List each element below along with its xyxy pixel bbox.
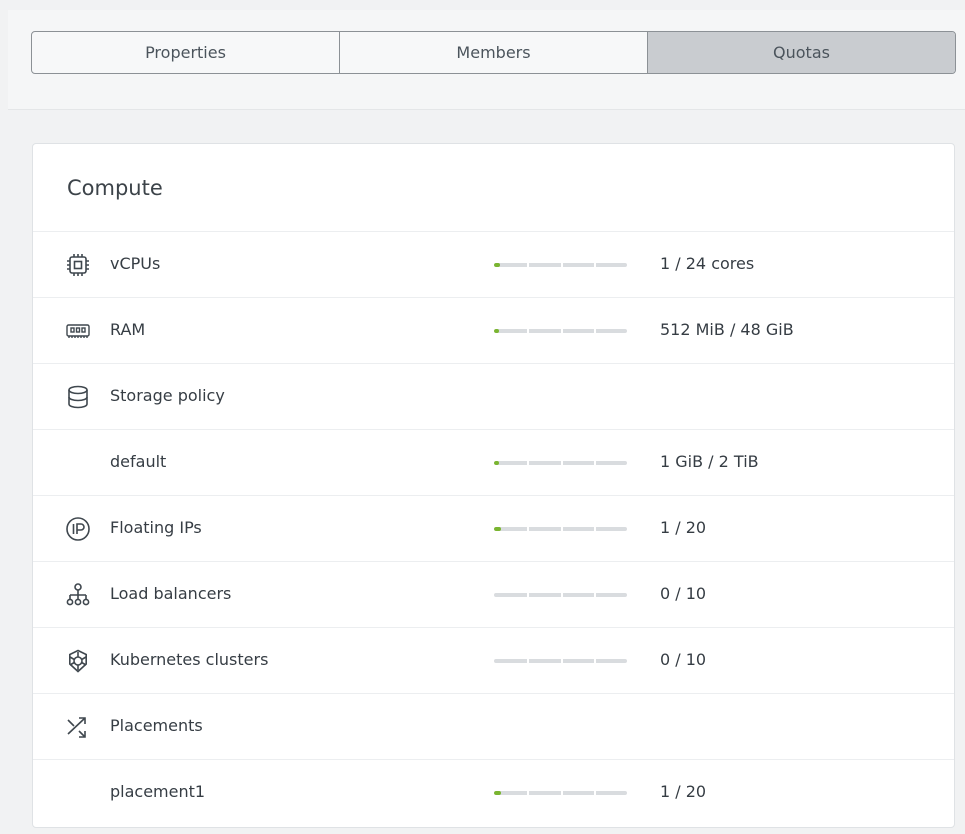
quota-label: Placements bbox=[110, 716, 203, 735]
database-icon bbox=[65, 384, 91, 410]
bar-separator bbox=[561, 791, 563, 795]
bar-separator bbox=[594, 263, 596, 267]
quota-value: 1 GiB / 2 TiB bbox=[660, 452, 759, 471]
bar-separator bbox=[527, 527, 529, 531]
quota-label: Storage policy bbox=[110, 386, 225, 405]
bar-separator bbox=[527, 791, 529, 795]
usage-bar bbox=[494, 263, 627, 267]
bar-separator bbox=[594, 791, 596, 795]
section-title: Compute bbox=[67, 176, 163, 200]
bar-separator bbox=[561, 527, 563, 531]
usage-bar bbox=[494, 329, 627, 333]
bar-separator bbox=[561, 263, 563, 267]
bar-separator bbox=[527, 461, 529, 465]
quota-label: Kubernetes clusters bbox=[110, 650, 269, 669]
usage-fill bbox=[494, 329, 499, 333]
quota-label: Load balancers bbox=[110, 584, 232, 603]
quota-value: 1 / 20 bbox=[660, 782, 707, 801]
placement-icon bbox=[65, 714, 91, 740]
usage-fill bbox=[494, 791, 501, 795]
compute-quotas-panel: Compute vCPUs 1 / 24 cores RAM 512 MiB /… bbox=[32, 143, 955, 828]
bar-separator bbox=[594, 593, 596, 597]
floating-ip-icon bbox=[65, 516, 91, 542]
tab-quotas[interactable]: Quotas bbox=[647, 32, 955, 73]
bar-separator bbox=[561, 593, 563, 597]
bar-separator bbox=[561, 329, 563, 333]
tab-properties[interactable]: Properties bbox=[32, 32, 339, 73]
bar-separator bbox=[594, 329, 596, 333]
quota-row-placements: Placements bbox=[33, 693, 954, 759]
bar-separator bbox=[561, 461, 563, 465]
tab-strip: Properties Members Quotas bbox=[31, 31, 956, 74]
quota-label: default bbox=[110, 452, 167, 471]
quota-row-default: default 1 GiB / 2 TiB bbox=[33, 429, 954, 495]
bar-separator bbox=[561, 659, 563, 663]
quota-value: 1 / 20 bbox=[660, 518, 707, 537]
bar-separator bbox=[594, 461, 596, 465]
quota-row-ram: RAM 512 MiB / 48 GiB bbox=[33, 297, 954, 363]
quota-row-load-balancers: Load balancers 0 / 10 bbox=[33, 561, 954, 627]
quota-value: 1 / 24 cores bbox=[660, 254, 755, 273]
usage-fill bbox=[494, 461, 499, 465]
quota-value: 512 MiB / 48 GiB bbox=[660, 320, 794, 339]
usage-fill bbox=[494, 263, 500, 267]
usage-bar bbox=[494, 461, 627, 465]
quota-row-storage-policy: Storage policy bbox=[33, 363, 954, 429]
quota-row-vcpus: vCPUs 1 / 24 cores bbox=[33, 231, 954, 297]
bar-separator bbox=[527, 263, 529, 267]
usage-bar bbox=[494, 527, 627, 531]
quota-label: RAM bbox=[110, 320, 146, 339]
usage-bar bbox=[494, 659, 627, 663]
quota-value: 0 / 10 bbox=[660, 650, 707, 669]
quota-row-placement1: placement1 1 / 20 bbox=[33, 759, 954, 827]
usage-bar bbox=[494, 593, 627, 597]
bar-separator bbox=[527, 593, 529, 597]
quota-label: Floating IPs bbox=[110, 518, 202, 537]
quota-label: vCPUs bbox=[110, 254, 161, 273]
tab-members[interactable]: Members bbox=[339, 32, 647, 73]
quota-label: placement1 bbox=[110, 782, 206, 801]
cpu-icon bbox=[65, 252, 91, 278]
quota-row-kubernetes-clusters: Kubernetes clusters 0 / 10 bbox=[33, 627, 954, 693]
usage-bar bbox=[494, 791, 627, 795]
quota-row-floating-ips: Floating IPs 1 / 20 bbox=[33, 495, 954, 561]
bar-separator bbox=[527, 329, 529, 333]
quota-value: 0 / 10 bbox=[660, 584, 707, 603]
bar-separator bbox=[594, 659, 596, 663]
load-balancer-icon bbox=[65, 582, 91, 608]
ram-icon bbox=[65, 318, 91, 344]
bar-separator bbox=[594, 527, 596, 531]
usage-fill bbox=[494, 527, 501, 531]
bar-separator bbox=[527, 659, 529, 663]
kubernetes-icon bbox=[65, 648, 91, 674]
